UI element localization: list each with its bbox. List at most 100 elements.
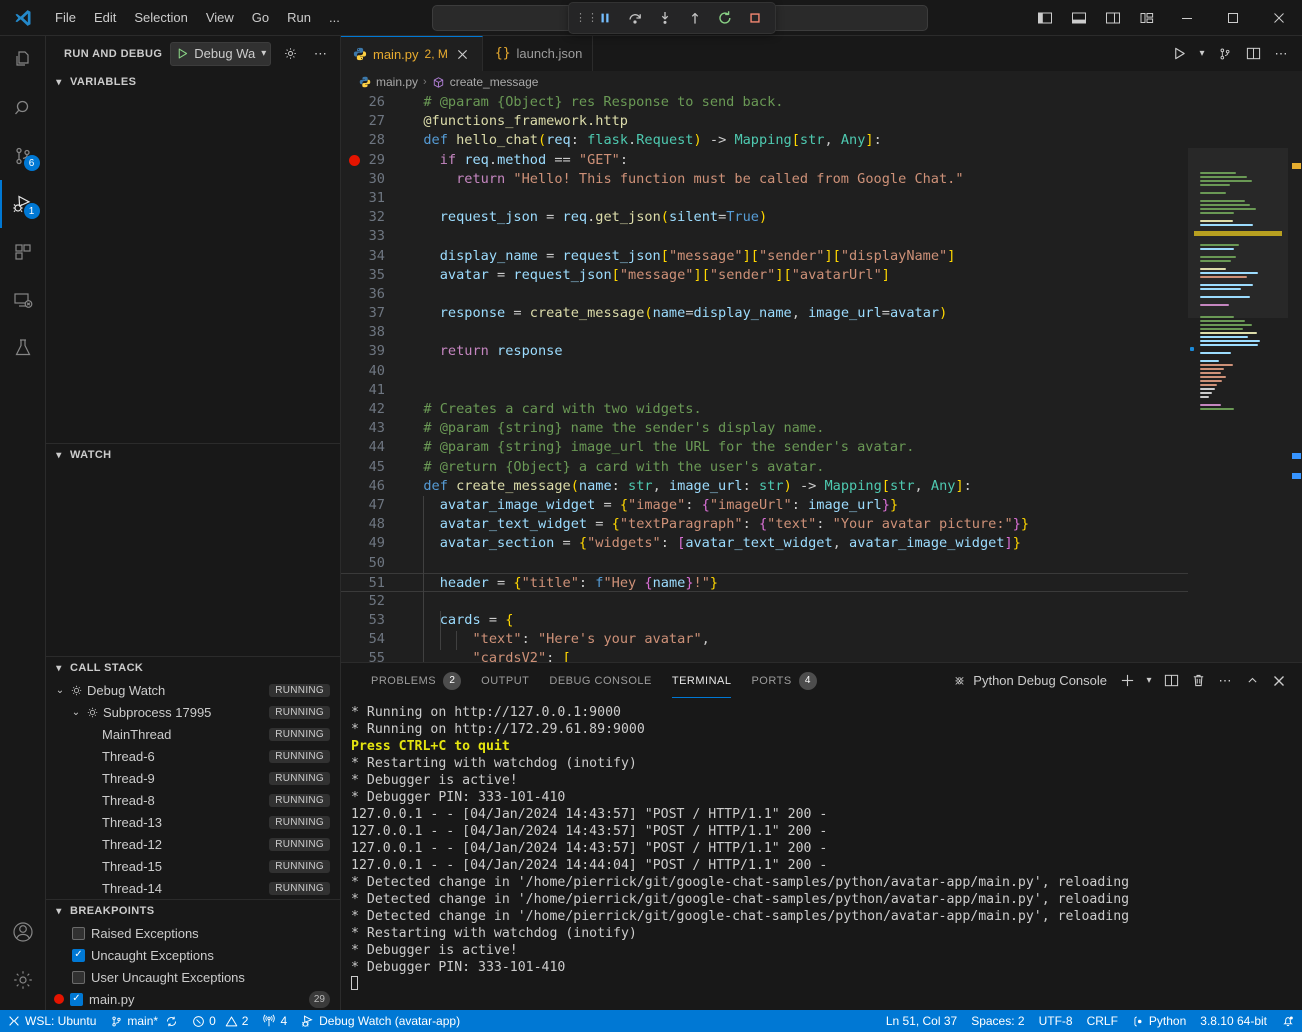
activity-source-control[interactable]: 6: [0, 132, 46, 180]
breakpoint-checkbox[interactable]: [72, 927, 85, 940]
code-line[interactable]: 36: [341, 285, 1188, 304]
breakpoints-header[interactable]: ▾ BREAKPOINTS: [46, 900, 340, 922]
code-line[interactable]: 49 avatar_section = {"widgets": [avatar_…: [341, 534, 1188, 553]
split-editor-icon[interactable]: [1240, 39, 1266, 69]
menu-edit[interactable]: Edit: [85, 6, 125, 29]
code-line[interactable]: 39 return response: [341, 342, 1188, 361]
toggle-primary-sidebar-icon[interactable]: [1028, 0, 1062, 36]
sidebar-more-actions-icon[interactable]: ⋯: [309, 43, 331, 65]
code-line[interactable]: 32 request_json = req.get_json(silent=Tr…: [341, 208, 1188, 227]
restart-button[interactable]: [711, 5, 739, 31]
code-line[interactable]: 54 "text": "Here's your avatar",: [341, 630, 1188, 649]
panel-tab-ports[interactable]: PORTS4: [741, 663, 826, 698]
status-debug-session[interactable]: Debug Watch (avatar-app): [294, 1010, 467, 1032]
code-line[interactable]: 38: [341, 323, 1188, 342]
code-line[interactable]: 50: [341, 554, 1188, 573]
step-over-button[interactable]: [621, 5, 649, 31]
active-terminal-name[interactable]: Python Debug Console: [952, 673, 1107, 688]
callstack-row[interactable]: ⌄Subprocess 17995RUNNING: [46, 701, 340, 723]
code-line[interactable]: 26 # @param {Object} res Response to sen…: [341, 93, 1188, 112]
menu-run[interactable]: Run: [278, 6, 320, 29]
pause-button[interactable]: [591, 5, 619, 31]
twisty-icon[interactable]: ⌄: [54, 685, 66, 696]
callstack-row[interactable]: Thread-12RUNNING: [46, 833, 340, 855]
panel-tab-output[interactable]: OUTPUT: [471, 663, 539, 698]
new-terminal-icon[interactable]: [1114, 668, 1140, 694]
status-cursor-position[interactable]: Ln 51, Col 37: [879, 1010, 964, 1032]
activity-accounts[interactable]: [0, 908, 46, 956]
callstack-header[interactable]: ▾ CALL STACK: [46, 657, 340, 679]
toggle-secondary-sidebar-icon[interactable]: [1096, 0, 1130, 36]
menu-view[interactable]: View: [197, 6, 243, 29]
menu-more[interactable]: ...: [320, 6, 349, 29]
code-line[interactable]: 48 avatar_text_widget = {"textParagraph"…: [341, 515, 1188, 534]
status-problems[interactable]: 0 2: [185, 1010, 255, 1032]
tab-launch-json[interactable]: {} launch.json: [483, 36, 593, 71]
breakpoint-glyph-icon[interactable]: [349, 155, 360, 166]
code-line[interactable]: 27 @functions_framework.http: [341, 112, 1188, 131]
chevron-up-icon[interactable]: [1239, 668, 1265, 694]
code-line[interactable]: 43 # @param {string} name the sender's d…: [341, 419, 1188, 438]
toggle-panel-icon[interactable]: [1062, 0, 1096, 36]
source-control-graph-icon[interactable]: [1212, 39, 1238, 69]
menu-go[interactable]: Go: [243, 6, 278, 29]
status-ports[interactable]: 4: [255, 1010, 294, 1032]
code-line[interactable]: 44 # @param {string} image_url the URL f…: [341, 438, 1188, 457]
status-eol[interactable]: CRLF: [1080, 1010, 1125, 1032]
minimap[interactable]: [1188, 93, 1288, 662]
breakpoint-checkbox[interactable]: ✓: [70, 993, 83, 1006]
code-line[interactable]: 34 display_name = request_json["message"…: [341, 247, 1188, 266]
menu-selection[interactable]: Selection: [125, 6, 196, 29]
watch-header[interactable]: ▾ WATCH: [46, 444, 340, 466]
step-into-button[interactable]: [651, 5, 679, 31]
breakpoint-row[interactable]: User Uncaught Exceptions: [46, 966, 340, 988]
callstack-row[interactable]: ⌄Debug WatchRUNNING: [46, 679, 340, 701]
callstack-row[interactable]: Thread-13RUNNING: [46, 811, 340, 833]
activity-explorer[interactable]: [0, 36, 46, 84]
callstack-row[interactable]: Thread-15RUNNING: [46, 855, 340, 877]
code-line[interactable]: 45 # @return {Object} a card with the us…: [341, 458, 1188, 477]
panel-tab-terminal[interactable]: TERMINAL: [662, 663, 742, 698]
panel-tab-debug-console[interactable]: DEBUG CONSOLE: [539, 663, 661, 698]
callstack-row[interactable]: Thread-14RUNNING: [46, 877, 340, 899]
menu-file[interactable]: File: [46, 6, 85, 29]
sync-icon[interactable]: [165, 1015, 178, 1028]
customize-layout-icon[interactable]: [1130, 0, 1164, 36]
breakpoint-checkbox[interactable]: ✓: [72, 949, 85, 962]
run-python-file-icon[interactable]: [1166, 39, 1192, 69]
twisty-icon[interactable]: ⌄: [70, 707, 82, 718]
stop-button[interactable]: [741, 5, 769, 31]
editor-more-actions-icon[interactable]: ⋯: [1268, 39, 1294, 69]
activity-extensions[interactable]: [0, 228, 46, 276]
breadcrumb-file[interactable]: main.py: [359, 75, 418, 89]
status-notifications[interactable]: [1274, 1010, 1302, 1032]
code-line[interactable]: 51 header = {"title": f"Hey {name}!"}: [341, 573, 1188, 592]
code-line[interactable]: 41: [341, 381, 1188, 400]
code-line[interactable]: 42 # Creates a card with two widgets.: [341, 400, 1188, 419]
breakpoint-row[interactable]: ✓main.py29: [46, 988, 340, 1010]
code-line[interactable]: 28 def hello_chat(req: flask.Request) ->…: [341, 131, 1188, 150]
status-indentation[interactable]: Spaces: 2: [964, 1010, 1031, 1032]
activity-search[interactable]: [0, 84, 46, 132]
window-maximize-button[interactable]: [1210, 0, 1256, 36]
window-minimize-button[interactable]: [1164, 0, 1210, 36]
breakpoint-checkbox[interactable]: [72, 971, 85, 984]
callstack-row[interactable]: MainThreadRUNNING: [46, 723, 340, 745]
activity-testing[interactable]: [0, 324, 46, 372]
code-line[interactable]: 30 return "Hello! This function must be …: [341, 170, 1188, 189]
status-remote[interactable]: WSL: Ubuntu: [0, 1010, 103, 1032]
drag-handle-icon[interactable]: ⋮⋮: [575, 14, 589, 23]
status-encoding[interactable]: UTF-8: [1032, 1010, 1080, 1032]
activity-manage-settings[interactable]: [0, 956, 46, 1004]
breadcrumb-symbol[interactable]: create_message: [432, 75, 539, 89]
breakpoint-row[interactable]: ✓Uncaught Exceptions: [46, 944, 340, 966]
launch-configuration-select[interactable]: Debug Wa ▾: [170, 42, 271, 66]
callstack-row[interactable]: Thread-6RUNNING: [46, 745, 340, 767]
terminal-output[interactable]: * Running on http://127.0.0.1:9000 * Run…: [341, 698, 1302, 1010]
close-panel-icon[interactable]: [1266, 668, 1292, 694]
terminal-dropdown-icon[interactable]: ▾: [1141, 668, 1157, 694]
code-line[interactable]: 37 response = create_message(name=displa…: [341, 304, 1188, 323]
tab-close-icon[interactable]: [454, 45, 472, 63]
code-line[interactable]: 52: [341, 592, 1188, 611]
code-line[interactable]: 46 def create_message(name: str, image_u…: [341, 477, 1188, 496]
